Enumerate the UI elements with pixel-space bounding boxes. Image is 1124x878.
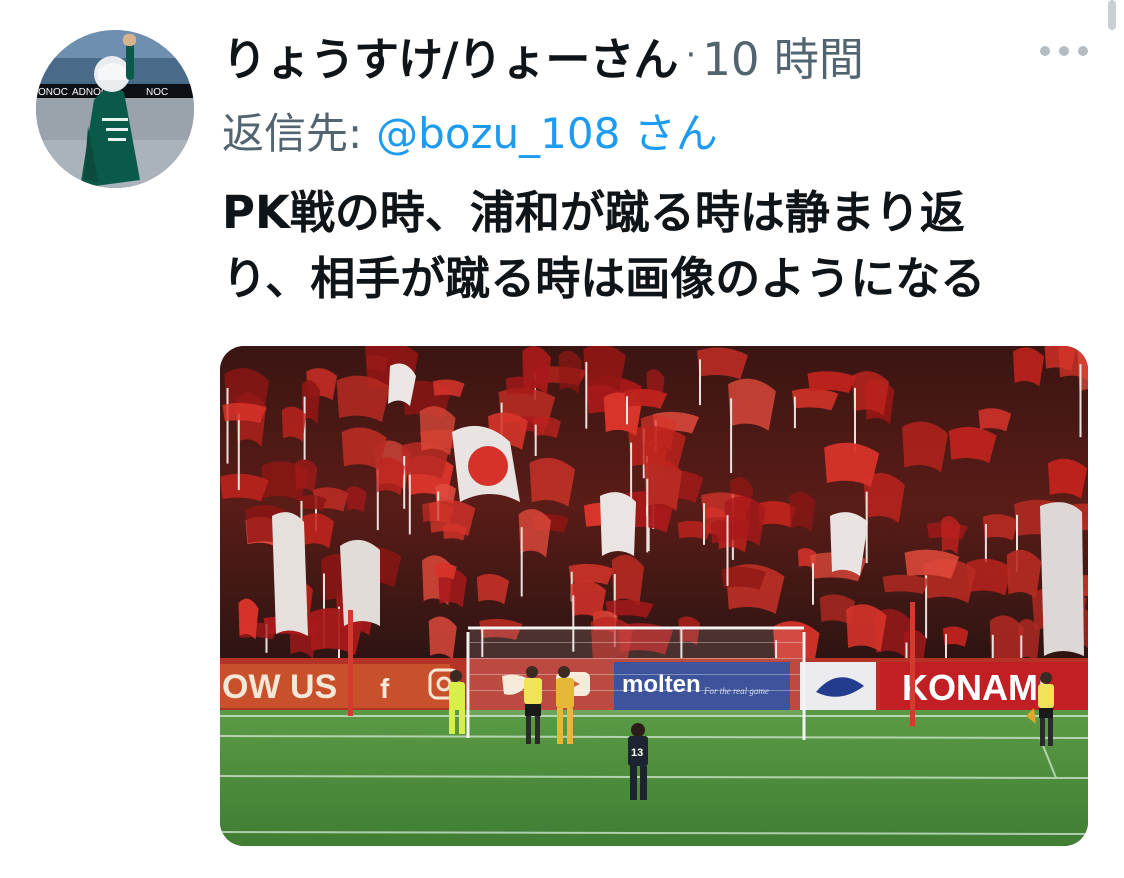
crowd-flag — [978, 408, 1012, 432]
facebook-icon: f — [380, 673, 390, 704]
crowd-flag — [341, 427, 387, 471]
more-dot — [1059, 46, 1069, 56]
flag-pole — [534, 424, 537, 456]
flag-pole — [585, 361, 588, 429]
crowd-flag — [846, 604, 887, 653]
flag-pole — [730, 398, 733, 473]
flag-pole — [699, 359, 701, 406]
scrollbar[interactable] — [1108, 0, 1116, 30]
tweet-header: りょうすけ/りょーさん · 10 時間 — [222, 22, 864, 88]
corner-flag-pole — [910, 602, 915, 726]
avatar-board-right: NOC — [146, 87, 168, 98]
crowd-flag — [428, 616, 457, 660]
more-horizontal-icon[interactable] — [1040, 36, 1088, 66]
flag-pole — [854, 387, 856, 452]
crowd-flag — [346, 486, 367, 513]
tweet-text-line: り、相手が蹴る時は画像のようになる — [222, 252, 986, 305]
flag-pole — [812, 563, 814, 605]
more-dot — [1040, 46, 1050, 56]
sponsor-konami: KONAMI — [902, 667, 1048, 708]
tweet-text-line: PK戦の時、浦和が蹴る時は静まり返 — [222, 186, 965, 239]
crowd-flag — [222, 402, 267, 424]
crowd-flag — [1013, 347, 1045, 387]
crowd-flag — [295, 459, 318, 494]
corner-flag-pole — [348, 610, 353, 716]
crowd-flag — [570, 580, 606, 620]
more-dot — [1078, 46, 1088, 56]
crowd-flag — [1048, 458, 1087, 499]
flag-pole — [403, 456, 406, 509]
crowd-flag — [728, 378, 776, 431]
flag-pole — [226, 388, 229, 464]
crowd-flag — [789, 491, 816, 532]
crowd-flag — [941, 516, 961, 555]
crowd-flag — [434, 563, 457, 580]
display-name[interactable]: りょうすけ/りょーさん — [222, 23, 678, 88]
separator-dot: · — [685, 35, 697, 75]
reply-label: 返信先: — [222, 108, 363, 158]
crowd-flag — [904, 549, 960, 579]
crowd-flag — [852, 371, 889, 416]
crowd-flag — [518, 509, 551, 558]
flag-pole — [520, 527, 523, 597]
flag-pole — [726, 515, 729, 586]
crowd-flag — [902, 421, 948, 473]
crowd-flag — [302, 513, 334, 549]
timestamp[interactable]: 10 時間 — [702, 23, 864, 88]
crowd-flag — [677, 520, 712, 540]
crowd-flag — [298, 495, 327, 511]
flag-pole — [646, 478, 649, 553]
crowd-flag — [522, 346, 551, 395]
flag-pole — [703, 503, 705, 545]
flag-pole — [626, 396, 628, 425]
crowd-flag — [824, 442, 880, 487]
flag-pole — [408, 471, 411, 535]
crowd-flag — [628, 425, 686, 471]
crowd-flag — [882, 574, 930, 595]
player-number: 13 — [631, 747, 643, 759]
crowd-flag — [532, 416, 561, 439]
crowd-flag — [624, 388, 668, 409]
crowd-flag — [220, 473, 269, 502]
tweet-text: PK戦の時、浦和が蹴る時は静まり返 り、相手が蹴る時は画像のようになる — [222, 180, 1092, 312]
crowd-flag — [433, 379, 465, 398]
crowd-flag — [724, 496, 766, 546]
avatar-board-left: ONOC — [38, 87, 68, 98]
flag-pole — [237, 413, 240, 491]
crowd-flag — [697, 347, 748, 380]
tweet-media-image[interactable]: OW US f molten For the real game KONAMI — [220, 346, 1088, 846]
crowd-flag — [238, 598, 259, 640]
crowd-flag — [442, 523, 467, 541]
crowd-flag — [791, 388, 839, 411]
crowd-flag — [583, 346, 626, 391]
crowd-flag — [281, 406, 307, 442]
flag-pole — [793, 396, 796, 429]
flag-pole — [1079, 364, 1082, 438]
crowd-flag — [807, 371, 857, 394]
crowd-flag — [529, 457, 576, 507]
crowd-flag — [419, 406, 456, 456]
reply-handle-link[interactable]: @bozu_108 さん — [376, 100, 718, 161]
crowd-flag — [558, 350, 582, 394]
flag-pole — [630, 442, 633, 507]
flag-pole — [984, 524, 987, 562]
crowd-flag — [476, 573, 510, 605]
banner-follow-text: OW US — [222, 668, 337, 706]
crowd-flag — [336, 375, 390, 423]
crowd-flag — [611, 554, 644, 606]
crowd-flag — [948, 426, 997, 463]
reply-context: 返信先: @bozu_108 さん — [222, 102, 718, 158]
crowd-flag — [982, 514, 1019, 541]
avatar[interactable]: ONOC ADNOC NOC — [36, 30, 194, 188]
